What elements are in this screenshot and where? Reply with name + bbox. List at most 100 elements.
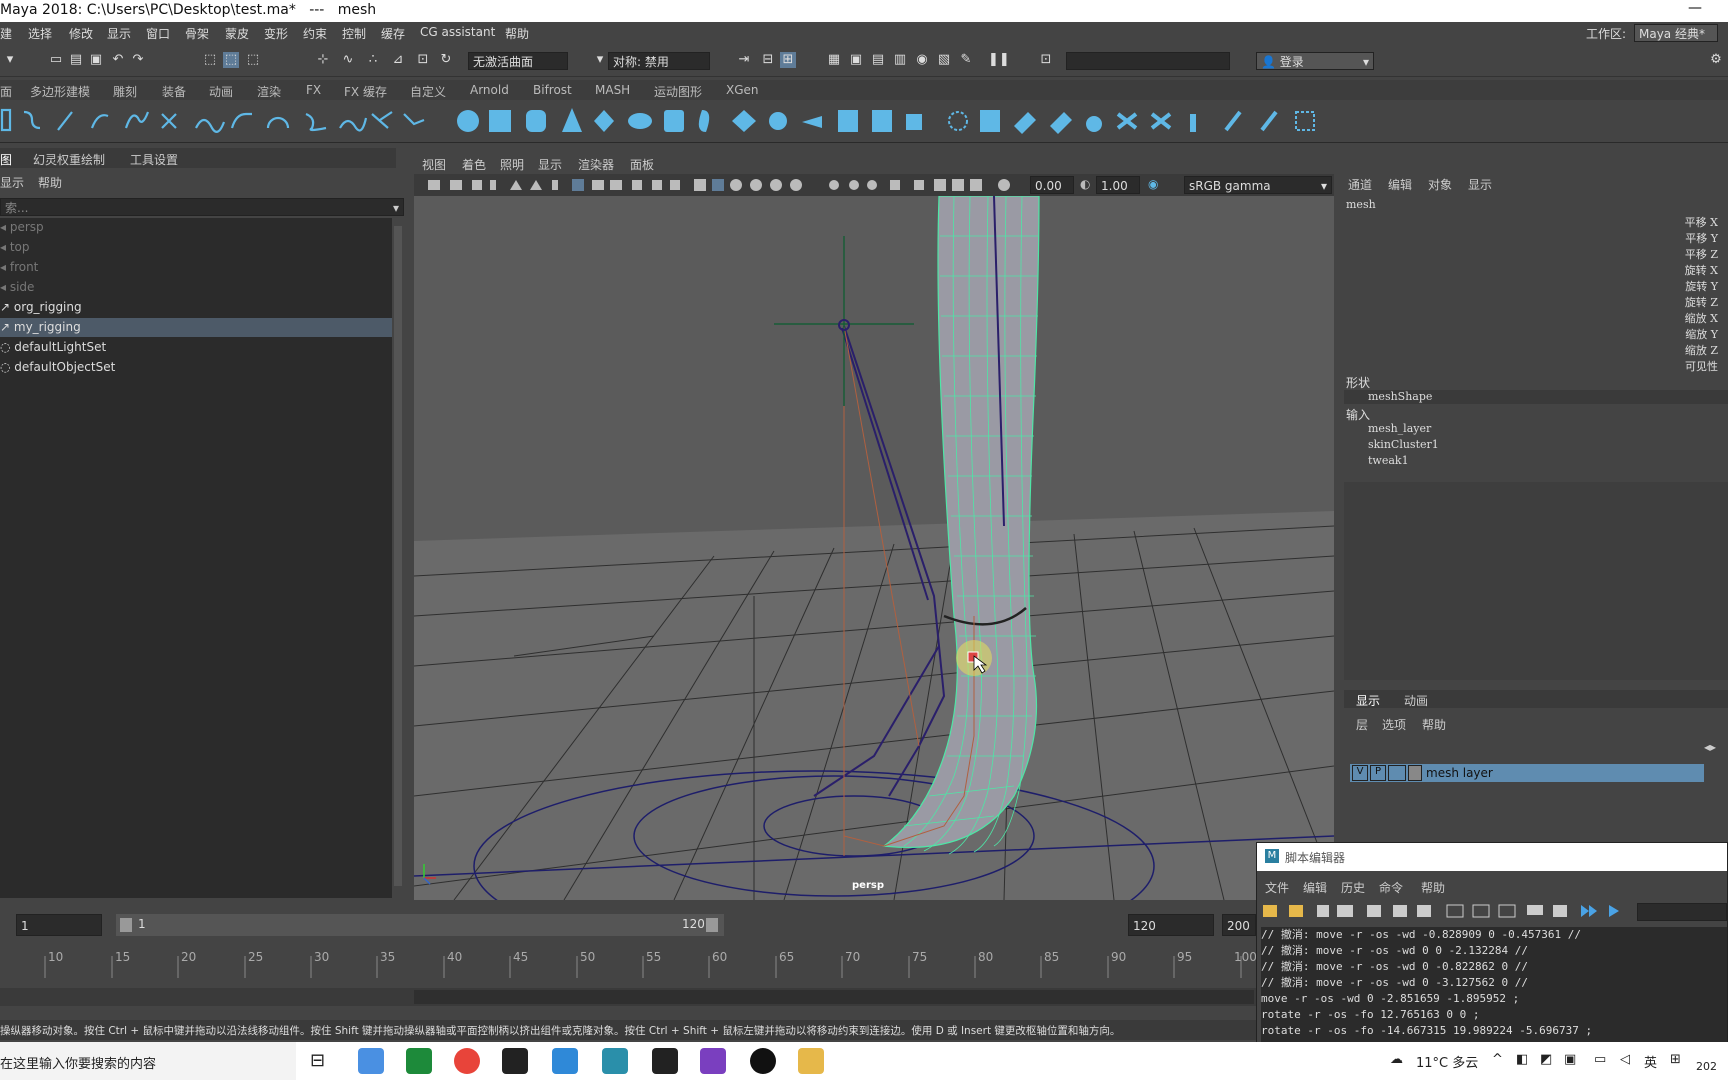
shelf-tab-custom[interactable]: 自定义 <box>410 83 446 100</box>
resolution-gate-icon[interactable] <box>610 180 622 190</box>
shelf-tab-mash[interactable]: MASH <box>595 83 630 97</box>
clear-all-icon[interactable] <box>1417 905 1431 917</box>
list-item[interactable]: ◂ persp <box>0 218 392 237</box>
attr-scale-x[interactable]: 缩放 X <box>1685 310 1718 326</box>
menu-item-control[interactable]: 控制 <box>342 25 366 42</box>
echo-commands-icon[interactable] <box>1527 905 1543 915</box>
input-skin-cluster[interactable]: skinCluster1 <box>1368 438 1439 451</box>
wireframe-icon[interactable] <box>694 179 706 191</box>
fill-hole-icon[interactable] <box>1050 112 1072 134</box>
hypershade-icon[interactable]: ◉ <box>914 52 930 68</box>
menu-item-window[interactable]: 窗口 <box>146 25 170 42</box>
light-editor-icon[interactable]: ✎ <box>958 52 974 68</box>
layer-menu-options[interactable]: 选项 <box>1382 716 1406 733</box>
image-plane-icon[interactable] <box>490 180 496 190</box>
smooth-icon[interactable] <box>802 116 822 128</box>
exposure-field[interactable]: 0.00 <box>1030 176 1074 194</box>
snap-grid-icon[interactable]: ⊹ <box>315 52 331 68</box>
mirror-icon[interactable] <box>1014 112 1036 134</box>
bevel-icon[interactable] <box>906 114 922 130</box>
menu-item-display[interactable]: 显示 <box>107 25 131 42</box>
camera-select-icon[interactable] <box>428 180 440 190</box>
bridge-icon[interactable] <box>872 110 892 132</box>
shelf-tab-sculpt[interactable]: 雕刻 <box>113 83 137 100</box>
range-handle-right[interactable] <box>706 918 718 932</box>
menu-item-create[interactable]: 建 <box>0 25 12 42</box>
shelf-tab-bifrost[interactable]: Bifrost <box>533 83 572 97</box>
layer-visibility-toggle[interactable]: V <box>1352 765 1368 781</box>
2d-pan-icon[interactable] <box>530 180 542 190</box>
camera-attr-icon[interactable] <box>450 180 462 190</box>
poly-plane-icon[interactable] <box>594 110 614 132</box>
tab-anim-layers[interactable]: 动画 <box>1404 692 1428 709</box>
playback-end-field[interactable]: 200 <box>1222 914 1256 936</box>
command-search-field[interactable] <box>1066 52 1230 70</box>
poly-cube-icon[interactable] <box>489 110 511 132</box>
time-slider[interactable]: 10 15 20 25 30 35 40 45 50 55 60 65 70 7… <box>0 938 1257 1006</box>
layer-row[interactable]: V P mesh layer <box>1350 764 1704 782</box>
quad-draw-icon[interactable] <box>1116 112 1138 130</box>
layer-playback-toggle[interactable]: P <box>1370 765 1386 781</box>
shadows-icon[interactable] <box>790 179 802 191</box>
viewport-menu-lighting[interactable]: 照明 <box>500 156 524 173</box>
obs-record-icon[interactable] <box>750 1048 776 1074</box>
pause-icon[interactable]: ❚❚ <box>988 52 1010 68</box>
channel-menu-channels[interactable]: 通道 <box>1348 176 1372 193</box>
command-line[interactable] <box>0 988 1256 1006</box>
attr-scale-y[interactable]: 缩放 Y <box>1685 326 1718 342</box>
menu-set-dropdown-icon[interactable]: ▾ <box>2 52 18 68</box>
grease-pencil-icon[interactable] <box>510 180 522 190</box>
attr-rotate-y[interactable]: 旋转 Y <box>1685 278 1718 294</box>
attach-curve-icon[interactable] <box>195 118 226 133</box>
shelf-tab-rendering[interactable]: 渲染 <box>257 83 281 100</box>
outliner-scrollbar[interactable] <box>394 226 402 886</box>
safe-title-icon[interactable] <box>670 180 680 190</box>
layer-color-swatch[interactable] <box>1408 765 1422 781</box>
perspective-viewport[interactable]: persp <box>414 196 1334 900</box>
symmetry-dropdown-icon[interactable]: ▾ <box>592 52 608 68</box>
input-tweak[interactable]: tweak1 <box>1368 454 1409 467</box>
attr-rotate-x[interactable]: 旋转 X <box>1685 262 1718 278</box>
execute-icon[interactable] <box>1609 905 1619 917</box>
shelf-tab-curves[interactable]: 面 <box>0 83 12 100</box>
tab-ghost-weight-paint[interactable]: 幻灵权重绘制 <box>33 151 105 168</box>
channel-menu-object[interactable]: 对象 <box>1428 176 1452 193</box>
color-management-icon[interactable]: ◉ <box>1148 177 1158 191</box>
layer-sort-icon[interactable]: ◂▸ <box>1704 740 1716 754</box>
shelf-tab-rigging[interactable]: 装备 <box>162 83 186 100</box>
visual-studio-icon[interactable] <box>700 1048 726 1074</box>
open-script-icon[interactable] <box>1263 905 1277 917</box>
source-script-icon[interactable] <box>1289 905 1303 917</box>
bookmark-icon[interactable] <box>472 180 482 190</box>
snap-point-icon[interactable]: ∴ <box>365 52 381 68</box>
list-item[interactable]: ◂ front <box>0 258 392 277</box>
viewport-menu-renderer[interactable]: 渲染器 <box>578 156 614 173</box>
multicut-icon[interactable] <box>948 111 968 131</box>
snap-surface-icon[interactable]: ⊡ <box>415 52 431 68</box>
viewport-menu-view[interactable]: 视图 <box>422 156 446 173</box>
clion-icon[interactable] <box>652 1048 678 1074</box>
app-icon-arrow[interactable] <box>552 1048 578 1074</box>
paint-tool-icon[interactable] <box>1224 110 1242 132</box>
viewport-menu-shading[interactable]: 着色 <box>462 156 486 173</box>
outliner-menu-display[interactable]: 显示 <box>0 174 24 191</box>
script-search-field[interactable] <box>1637 903 1727 921</box>
snap-options-icon[interactable]: ↻ <box>438 52 454 68</box>
ipr-render-icon[interactable]: ▤ <box>870 52 886 68</box>
ep-curve-icon[interactable] <box>90 114 109 129</box>
lights-icon[interactable] <box>770 179 782 191</box>
weather-text[interactable]: 11°C 多云 <box>1416 1052 1478 1071</box>
poly-cone-icon[interactable] <box>562 108 582 132</box>
shape-row[interactable]: meshShape <box>1344 390 1728 404</box>
list-item[interactable]: ↗ org_rigging <box>0 298 392 317</box>
task-view-icon[interactable]: ⊟ <box>310 1050 325 1071</box>
shelf-tab-animation[interactable]: 动画 <box>209 83 233 100</box>
attr-translate-x[interactable]: 平移 X <box>1685 214 1718 230</box>
wireframe-on-shaded-icon[interactable] <box>730 179 742 191</box>
viewport-menu-panels[interactable]: 面板 <box>630 156 654 173</box>
square-curve-icon[interactable] <box>0 108 12 132</box>
login-button[interactable]: 👤 登录 ▾ <box>1256 52 1374 70</box>
menu-item-select[interactable]: 选择 <box>28 25 52 42</box>
layout-bottom-icon[interactable] <box>1472 904 1490 918</box>
construction-history-icon[interactable]: ⊟ <box>760 52 776 68</box>
